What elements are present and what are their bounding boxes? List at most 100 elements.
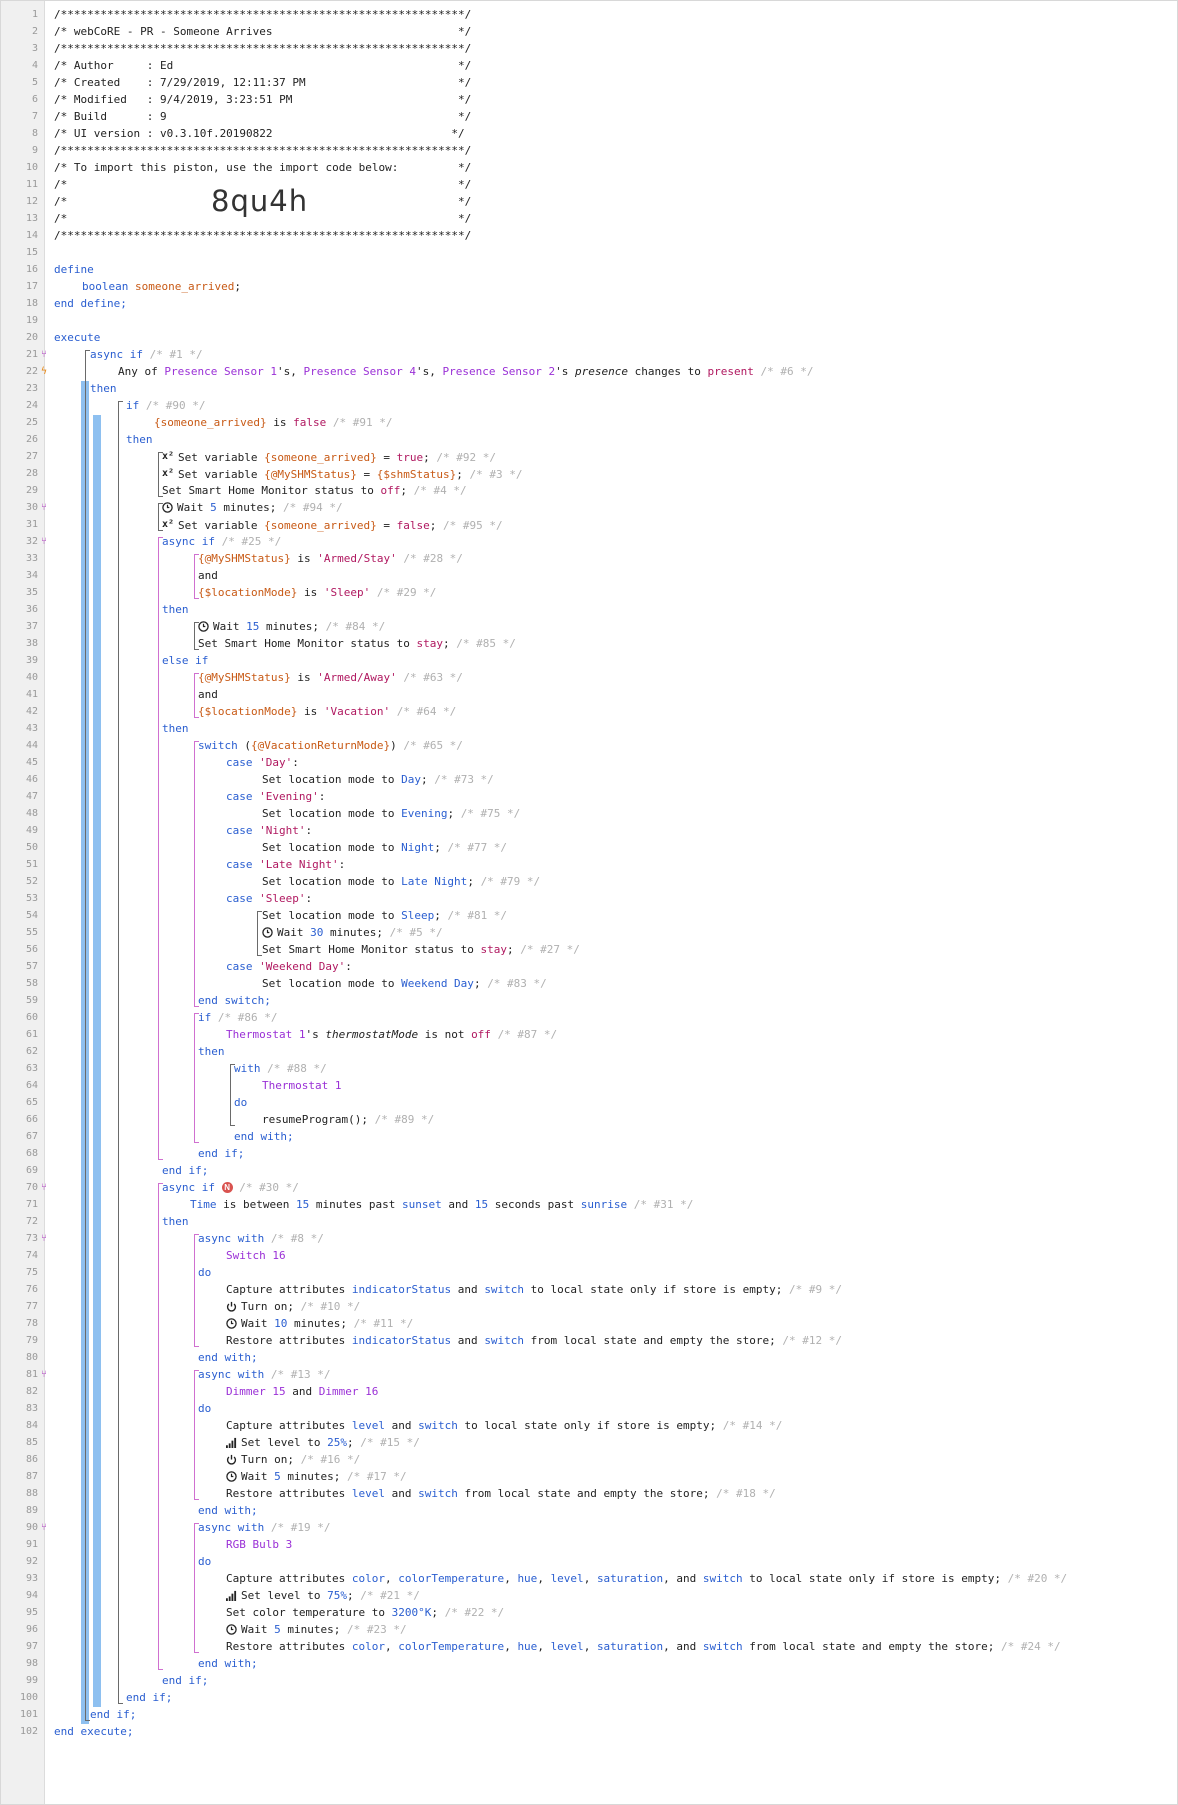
- header-text: /***************************************…: [54, 229, 472, 242]
- token-set-level: Set level to: [241, 1589, 328, 1602]
- whitespace: is: [266, 416, 294, 429]
- token-ct3200: 3200°K: [391, 1606, 432, 1619]
- token-switch-attr: switch: [702, 1572, 743, 1585]
- token-thermostat1[interactable]: Thermostat 1: [262, 1079, 341, 1092]
- token-c24: /* #24 */: [1000, 1640, 1061, 1653]
- code-line: async if /* #1 */: [90, 346, 203, 363]
- token-c83: /* #83 */: [487, 977, 547, 990]
- token-comma: ,: [504, 1640, 518, 1653]
- code-line: boolean someone_arrived;: [82, 278, 241, 295]
- code-line: then: [162, 1213, 189, 1230]
- token-switch16[interactable]: Switch 16: [226, 1249, 286, 1262]
- block-bracket: [158, 451, 159, 496]
- token-c14: /* #14 */: [722, 1419, 783, 1432]
- code-line: case 'Evening':: [226, 788, 325, 805]
- token-s-comma: 's,: [416, 365, 443, 378]
- token-end-if: end if;: [90, 1708, 137, 1721]
- token-then: then: [90, 382, 117, 395]
- signal-bars-icon: [226, 1436, 241, 1449]
- token-colon: :: [338, 858, 346, 871]
- import-code[interactable]: 8qu4h: [211, 184, 308, 218]
- header-text: /* UI version : v0.3.10f.20190822 */: [54, 127, 465, 140]
- block-bracket: [257, 910, 258, 955]
- lightning-trigger-icon: ϟ: [41, 365, 48, 377]
- token-day: Day: [401, 773, 421, 786]
- token-restore: Restore attributes: [226, 1487, 352, 1500]
- token-switch-attr: switch: [484, 1283, 525, 1296]
- token-thermostat1[interactable]: Thermostat 1: [226, 1028, 305, 1041]
- code-line: Wait 5 minutes; /* #23 */: [226, 1621, 407, 1638]
- token-v-myshm: {@MySHMStatus}: [198, 552, 291, 565]
- code-line: Set location mode to Day; /* #73 */: [262, 771, 494, 788]
- token-wait: Wait: [241, 1470, 275, 1483]
- token-rgbbulb3[interactable]: RGB Bulb 3: [226, 1538, 292, 1551]
- token-semi: ;: [346, 1589, 354, 1602]
- token-stay: stay: [416, 637, 444, 650]
- token-comma-and: , and: [663, 1640, 703, 1653]
- superscript-x2-icon: x²: [162, 519, 175, 530]
- token-set-loc: Set location mode to: [262, 807, 402, 820]
- code-line: end if;: [162, 1672, 208, 1689]
- token-case-day: 'Day': [259, 756, 293, 769]
- token-c18: /* #18 */: [716, 1487, 776, 1500]
- token-dimmer16[interactable]: Dimmer 16: [319, 1385, 379, 1398]
- code-line: Any of Presence Sensor 1's, Presence Sen…: [118, 363, 813, 380]
- code-line: {@MySHMStatus} is 'Armed/Away' /* #63 */: [198, 669, 463, 686]
- token-v-vacreturn: {@VacationReturnMode}: [251, 739, 391, 752]
- token-set-level: Set level to: [241, 1436, 328, 1449]
- token-false: false: [396, 519, 430, 532]
- token-c16: /* #16 */: [300, 1453, 361, 1466]
- token-n10: 10: [274, 1317, 288, 1330]
- token-ps2[interactable]: Presence Sensor 2: [443, 365, 556, 378]
- token-level: level: [351, 1419, 385, 1432]
- token-semi: ;: [507, 943, 514, 956]
- token-end-switch: end switch;: [198, 994, 271, 1007]
- code-line: Set Smart Home Monitor status to off; /*…: [162, 482, 467, 499]
- code-line: then: [162, 720, 189, 737]
- token-comma: ,: [537, 1572, 551, 1585]
- token-minutes: minutes;: [280, 1470, 341, 1483]
- block-bracket-cap: [158, 1158, 163, 1160]
- token-set-ct: Set color temperature to: [226, 1606, 392, 1619]
- token-level: level: [550, 1572, 584, 1585]
- token-then: then: [162, 603, 189, 616]
- token-case-latenight: 'Late Night': [259, 858, 339, 871]
- token-semi: ;: [473, 977, 481, 990]
- token-and: and: [198, 569, 218, 582]
- token-v-locmode: {$locationMode}: [198, 705, 298, 718]
- token-semi: ;: [420, 773, 428, 786]
- token-c25: /* #25 */: [221, 535, 282, 548]
- token-wait: Wait: [213, 620, 247, 633]
- token-minutes-past: minutes past: [309, 1198, 402, 1211]
- async-branch-icon: ⑂: [41, 1521, 47, 1533]
- token-ps1[interactable]: Presence Sensor 1: [164, 365, 277, 378]
- code-line: Wait 10 minutes; /* #11 */: [226, 1315, 413, 1332]
- token-c87: /* #87 */: [497, 1028, 558, 1041]
- code-line: Set Smart Home Monitor status to stay; /…: [198, 635, 516, 652]
- token-c65: /* #65 */: [403, 739, 463, 752]
- token-to-local: to local state only if store is empty;: [524, 1283, 783, 1296]
- token-async: async: [198, 1232, 232, 1245]
- code-line: execute: [54, 329, 100, 346]
- block-bracket: [194, 553, 195, 598]
- block-bracket: [194, 1233, 195, 1346]
- token-ps4[interactable]: Presence Sensor 4: [303, 365, 416, 378]
- code-line: if /* #86 */: [198, 1009, 277, 1026]
- code-line: end if;: [198, 1145, 244, 1162]
- token-c5: /* #5 */: [389, 926, 443, 939]
- token-then: then: [198, 1045, 225, 1058]
- token-n15: 15: [474, 1198, 489, 1211]
- token-sunset: sunset: [401, 1198, 442, 1211]
- token-off: off: [380, 484, 401, 497]
- token-with: with: [237, 1368, 265, 1381]
- token-from-local: from local state and empty the store;: [742, 1640, 995, 1653]
- token-dimmer15[interactable]: Dimmer 15: [226, 1385, 286, 1398]
- token-semi: ;: [456, 468, 463, 481]
